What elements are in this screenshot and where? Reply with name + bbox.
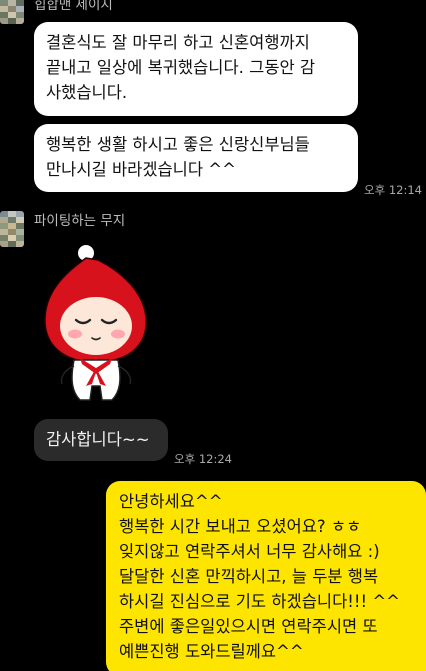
my-message-bubble[interactable]: 안녕하세요^^ 행복한 시간 보내고 오셨어요? ㅎㅎ 잊지않고 연락주셔서 너… xyxy=(106,481,426,671)
message-bubble[interactable]: 행복한 생활 하시고 좋은 신랑신부님들 만나시길 바라겠습니다 ^^ xyxy=(34,124,358,192)
message-text: 잊지않고 연락주셔서 너무 감사해요 :) xyxy=(119,542,380,561)
message-text: 안녕하세요^^ xyxy=(119,492,223,511)
message-text: 하시길 진심으로 기도 하겠습니다!!! ^^ xyxy=(119,592,400,611)
avatar[interactable] xyxy=(0,211,24,247)
message-timestamp: 오후 12:14 xyxy=(364,183,422,197)
message-text: 사했습니다. xyxy=(46,83,128,102)
message-text: 예쁜진행 도와드릴께요^^ xyxy=(119,642,304,661)
message-text: 달달한 신혼 만끽하시고, 늘 두분 행복 xyxy=(119,567,379,586)
sender-name: 힙합맨 제이지 xyxy=(34,0,113,13)
message-timestamp: 오후 12:24 xyxy=(174,452,232,466)
message-text: 행복한 시간 보내고 오셨어요? ㅎㅎ xyxy=(119,517,362,536)
avatar[interactable] xyxy=(0,0,24,24)
message-text: 만나시길 바라겠습니다 ^^ xyxy=(46,160,236,179)
sender-name: 파이팅하는 무지 xyxy=(34,213,126,229)
message-text: 행복한 생활 하시고 좋은 신랑신부님들 xyxy=(46,135,310,154)
message-text: 결혼식도 잘 마무리 하고 신혼여행까지 xyxy=(46,33,310,52)
message-bubble[interactable]: 감사합니다~~ xyxy=(34,419,168,461)
message-text: 주변에 좋은일있으시면 연락주시면 또 xyxy=(119,617,378,636)
chat-room: 힙합맨 제이지 결혼식도 잘 마무리 하고 신혼여행까지 끝내고 일상에 복귀했… xyxy=(0,0,426,671)
message-bubble[interactable]: 결혼식도 잘 마무리 하고 신혼여행까지 끝내고 일상에 복귀했습니다. 그동안… xyxy=(34,22,358,116)
message-text: 감사합니다~~ xyxy=(46,430,150,449)
red-hood-character-sticker[interactable] xyxy=(40,240,152,410)
message-text: 끝내고 일상에 복귀했습니다. 그동안 감 xyxy=(46,58,316,77)
